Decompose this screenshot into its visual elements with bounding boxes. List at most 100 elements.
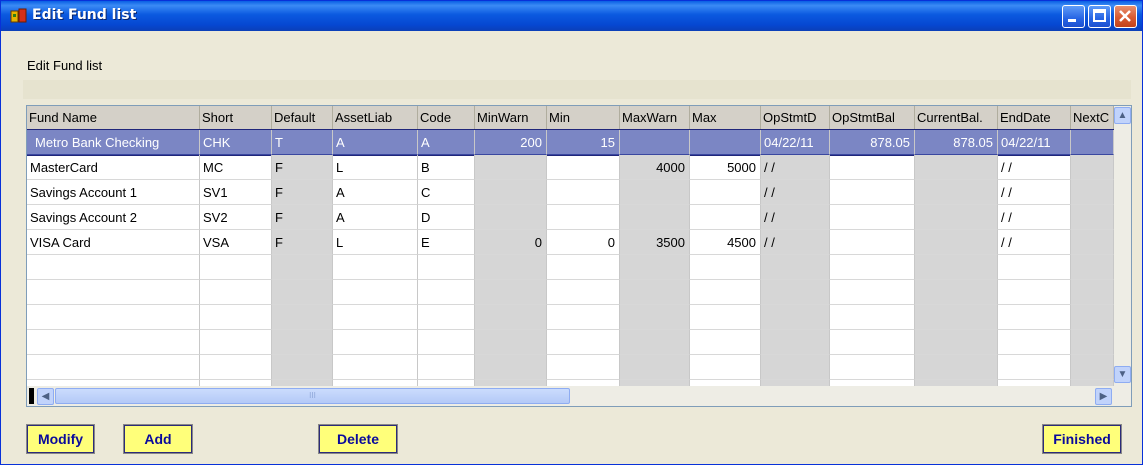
add-button[interactable]: Add — [123, 424, 193, 454]
cell-op-stmt-date[interactable]: / / — [761, 155, 830, 180]
minimize-button[interactable] — [1062, 5, 1085, 28]
cell-min-warn[interactable] — [475, 330, 547, 355]
cell-short[interactable]: CHK — [200, 130, 272, 155]
empty-row[interactable] — [27, 305, 1114, 330]
cell-max[interactable] — [690, 255, 761, 280]
cell-end-date[interactable] — [998, 355, 1071, 380]
cell-next[interactable] — [1071, 130, 1114, 155]
cell-default[interactable]: F — [272, 230, 333, 255]
column-header-min[interactable]: Min — [547, 106, 620, 130]
cell-min-warn[interactable] — [475, 155, 547, 180]
cell-short[interactable] — [200, 255, 272, 280]
cell-min[interactable] — [547, 155, 620, 180]
cell-max[interactable] — [690, 330, 761, 355]
cell-fund-name[interactable] — [27, 305, 200, 330]
table-row[interactable]: Savings Account 2 SV2 F A D / / / / — [27, 205, 1114, 230]
column-header-default[interactable]: Default — [272, 106, 333, 130]
cell-code[interactable]: E — [418, 230, 475, 255]
cell-max-warn[interactable] — [620, 330, 690, 355]
cell-default[interactable]: F — [272, 155, 333, 180]
cell-code[interactable]: C — [418, 180, 475, 205]
cell-default[interactable] — [272, 280, 333, 305]
cell-max-warn[interactable]: 4000 — [620, 155, 690, 180]
cell-max[interactable] — [690, 305, 761, 330]
cell-max[interactable]: 5000 — [690, 155, 761, 180]
cell-max-warn[interactable]: 3500 — [620, 230, 690, 255]
column-header-current-bal[interactable]: CurrentBal. — [915, 106, 998, 130]
cell-min[interactable] — [547, 355, 620, 380]
delete-button[interactable]: Delete — [318, 424, 398, 454]
cell-current-bal[interactable] — [915, 205, 998, 230]
empty-row[interactable] — [27, 280, 1114, 305]
cell-min[interactable] — [547, 205, 620, 230]
cell-fund-name[interactable]: VISA Card — [27, 230, 200, 255]
cell-min-warn[interactable] — [475, 280, 547, 305]
cell-min[interactable]: 15 — [547, 130, 620, 155]
cell-max[interactable] — [690, 130, 761, 155]
cell-op-stmt-bal[interactable]: 878.05 — [830, 130, 915, 155]
table-row[interactable]: VISA Card VSA F L E 0 0 3500 4500/ / / / — [27, 230, 1114, 255]
cell-min[interactable]: 0 — [547, 230, 620, 255]
cell-min[interactable] — [547, 180, 620, 205]
cell-min-warn[interactable] — [475, 355, 547, 380]
cell-op-stmt-date[interactable]: / / — [761, 180, 830, 205]
scroll-up-icon[interactable]: ▲ — [1114, 107, 1131, 124]
cell-asset-liab[interactable] — [333, 355, 418, 380]
cell-max-warn[interactable] — [620, 305, 690, 330]
cell-short[interactable]: SV2 — [200, 205, 272, 230]
cell-max-warn[interactable] — [620, 255, 690, 280]
close-button[interactable] — [1114, 5, 1137, 28]
cell-next[interactable] — [1071, 180, 1114, 205]
column-header-end-date[interactable]: EndDate — [998, 106, 1071, 130]
scroll-right-icon[interactable]: ▶ — [1095, 388, 1112, 405]
cell-end-date[interactable] — [998, 255, 1071, 280]
cell-op-stmt-date[interactable]: 04/22/11 — [761, 130, 830, 155]
cell-op-stmt-date[interactable]: / / — [761, 205, 830, 230]
modify-button[interactable]: Modify — [26, 424, 95, 454]
cell-fund-name[interactable] — [27, 280, 200, 305]
fund-grid[interactable]: Fund Name Short Default AssetLiab Code MinWar… — [26, 105, 1132, 407]
cell-current-bal[interactable]: 878.05 — [915, 130, 998, 155]
cell-current-bal[interactable] — [915, 330, 998, 355]
cell-fund-name[interactable] — [27, 255, 200, 280]
cell-end-date[interactable] — [998, 280, 1071, 305]
cell-fund-name[interactable]: Savings Account 1 — [27, 180, 200, 205]
cell-next[interactable] — [1071, 155, 1114, 180]
empty-row[interactable] — [27, 330, 1114, 355]
cell-short[interactable]: VSA — [200, 230, 272, 255]
cell-min-warn[interactable]: 200 — [475, 130, 547, 155]
cell-asset-liab[interactable]: L — [333, 155, 418, 180]
cell-default[interactable]: F — [272, 180, 333, 205]
cell-op-stmt-bal[interactable] — [830, 155, 915, 180]
cell-default[interactable] — [272, 255, 333, 280]
cell-max-warn[interactable] — [620, 130, 690, 155]
empty-row[interactable] — [27, 355, 1114, 380]
cell-fund-name[interactable]: Metro Bank Checking — [27, 130, 200, 155]
cell-end-date[interactable]: / / — [998, 180, 1071, 205]
cell-min-warn[interactable] — [475, 255, 547, 280]
cell-current-bal[interactable] — [915, 255, 998, 280]
cell-op-stmt-bal[interactable] — [830, 255, 915, 280]
cell-op-stmt-date[interactable] — [761, 255, 830, 280]
table-row[interactable]: Metro Bank Checking CHK T A A 200 15 04/22/11 87… — [27, 129, 1115, 156]
cell-end-date[interactable]: / / — [998, 230, 1071, 255]
scroll-down-icon[interactable]: ▼ — [1114, 366, 1131, 383]
cell-short[interactable] — [200, 305, 272, 330]
cell-min-warn[interactable] — [475, 305, 547, 330]
column-header-max-warn[interactable]: MaxWarn — [620, 106, 690, 130]
title-bar[interactable]: Edit Fund list — [1, 1, 1142, 31]
cell-end-date[interactable]: 04/22/11 — [998, 130, 1071, 155]
cell-max[interactable] — [690, 355, 761, 380]
cell-op-stmt-date[interactable]: / / — [761, 230, 830, 255]
cell-op-stmt-bal[interactable] — [830, 305, 915, 330]
cell-max[interactable] — [690, 180, 761, 205]
cell-asset-liab[interactable]: A — [333, 205, 418, 230]
cell-short[interactable] — [200, 330, 272, 355]
cell-next[interactable] — [1071, 205, 1114, 230]
cell-short[interactable] — [200, 355, 272, 380]
column-header-code[interactable]: Code — [418, 106, 475, 130]
table-row[interactable]: Savings Account 1 SV1 F A C / / / / — [27, 180, 1114, 205]
cell-current-bal[interactable] — [915, 155, 998, 180]
cell-min[interactable] — [547, 255, 620, 280]
cell-default[interactable] — [272, 330, 333, 355]
